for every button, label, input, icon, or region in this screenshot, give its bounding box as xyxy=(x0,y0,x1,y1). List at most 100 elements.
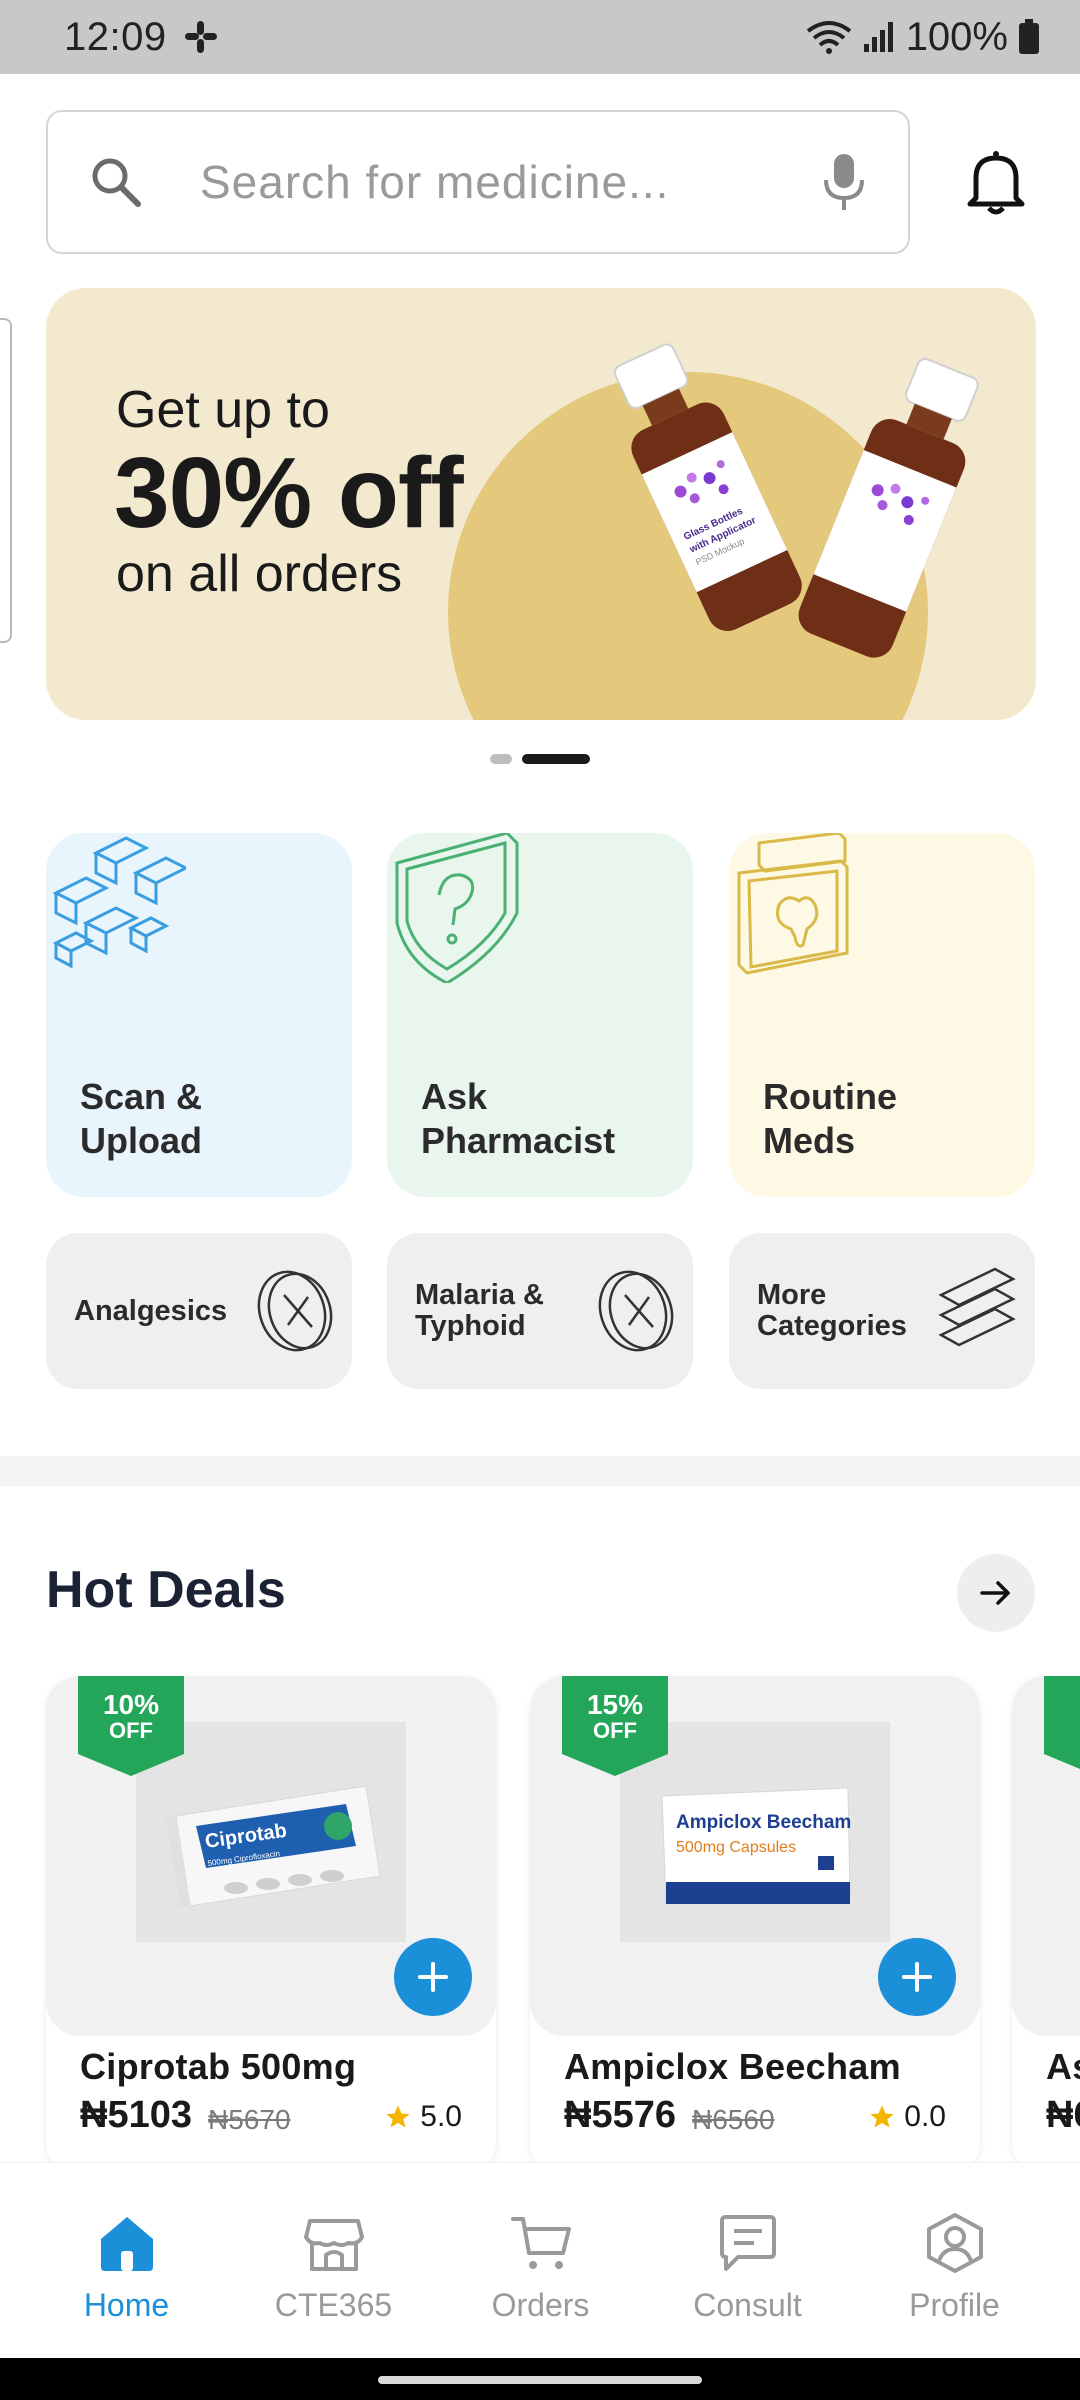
ask-pharmacist-label: Ask Pharmacist xyxy=(421,1075,615,1163)
category-analgesics-line-1: Analgesics xyxy=(74,1294,228,1327)
pill-icon xyxy=(598,1270,674,1352)
category-malaria-label: Malaria & Typhoid xyxy=(415,1280,593,1342)
product-name: As xyxy=(1046,2046,1080,2087)
question-shield-icon xyxy=(395,833,519,983)
pagination-dot-active[interactable] xyxy=(522,754,590,764)
rating-value: 0.0 xyxy=(904,2100,946,2133)
nav-consult[interactable]: Consult xyxy=(644,2163,851,2358)
scan-upload-label: Scan & Upload xyxy=(80,1075,202,1163)
discount-off: OFF xyxy=(593,1718,637,1743)
add-to-cart-button[interactable] xyxy=(878,1938,956,2016)
section-divider xyxy=(0,1456,1080,1486)
category-more[interactable]: More Categories xyxy=(729,1233,1035,1389)
status-bar: 12:09 100% xyxy=(0,0,1080,74)
bottom-navigation: Home CTE365 Orders Consult Profile xyxy=(0,2162,1080,2358)
discount-percent: 10% xyxy=(102,1689,160,1720)
battery-icon xyxy=(1019,19,1039,54)
bell-icon[interactable] xyxy=(964,148,1028,218)
add-to-cart-button[interactable] xyxy=(394,1938,472,2016)
nav-consult-label: Consult xyxy=(693,2287,802,2323)
product-rating: 5.0 xyxy=(384,2100,462,2134)
home-screen: 12:09 100% Search for medicine... Get up… xyxy=(0,0,1080,2400)
category-malaria-line-1: Malaria & xyxy=(415,1279,544,1311)
banner-line-1: Get up to xyxy=(116,381,330,439)
product-price: ₦5103 xyxy=(80,2094,192,2136)
scan-upload-line-1: Scan & xyxy=(80,1076,203,1117)
status-indicators: 100% xyxy=(806,15,1040,60)
nav-home-label: Home xyxy=(83,2287,170,2323)
product-price: ₦5576 xyxy=(564,2094,676,2136)
deal-card[interactable]: Ampiclox Beecham 500mg Capsules 15% OFF … xyxy=(530,1676,980,2176)
product-rating: 0.0 xyxy=(868,2100,946,2134)
category-more-line-2: Categories xyxy=(757,1310,907,1342)
ask-pharmacist-line-1: Ask xyxy=(421,1076,488,1117)
wifi-icon xyxy=(806,21,851,54)
cart-icon xyxy=(510,2217,571,2269)
banner-line-3: on all orders xyxy=(116,545,403,603)
home-gesture-handle[interactable] xyxy=(378,2376,702,2384)
search-placeholder: Search for medicine... xyxy=(200,156,670,208)
category-analgesics-label: Analgesics xyxy=(74,1294,252,1327)
stack-icon xyxy=(938,1267,1016,1347)
pill-bottle-icon xyxy=(737,833,849,975)
deal-card[interactable]: Ciprotab 500mg Ciprofloxacin 10% OFF Cip… xyxy=(46,1676,496,2176)
category-more-label: More Categories xyxy=(757,1280,935,1342)
banner-pagination xyxy=(490,754,590,764)
store-icon xyxy=(303,2219,364,2271)
home-icon xyxy=(100,2217,153,2271)
category-malaria-line-2: Typhoid xyxy=(415,1310,526,1342)
qr-code-icon xyxy=(52,836,186,969)
discount-percent: 15% xyxy=(586,1689,644,1720)
product-old-price: ₦5670 xyxy=(208,2104,291,2135)
routine-meds-card[interactable]: Routine Meds xyxy=(729,833,1035,1197)
ask-pharmacist-card[interactable]: Ask Pharmacist xyxy=(387,833,693,1197)
discount-percent: 1 xyxy=(1044,1692,1080,1718)
discount-badge-text: 1 xyxy=(1044,1692,1080,1718)
banner-headline: 30% off xyxy=(114,437,464,549)
chat-icon xyxy=(719,2215,776,2271)
routine-meds-label: Routine Meds xyxy=(763,1075,897,1163)
search-input[interactable]: Search for medicine... xyxy=(46,110,910,254)
slack-icon xyxy=(184,21,217,53)
discount-badge xyxy=(1044,1676,1080,1769)
scan-upload-card[interactable]: Scan & Upload xyxy=(46,833,352,1197)
product-price: ₦6 xyxy=(1046,2094,1080,2136)
hot-deals-title: Hot Deals xyxy=(46,1561,286,1619)
category-analgesics[interactable]: Analgesics xyxy=(46,1233,352,1389)
nav-cte365[interactable]: CTE365 xyxy=(230,2163,437,2358)
ask-pharmacist-line-2: Pharmacist xyxy=(421,1120,616,1161)
category-malaria-typhoid[interactable]: Malaria & Typhoid xyxy=(387,1233,693,1389)
nav-cte365-label: CTE365 xyxy=(274,2287,393,2323)
routine-meds-line-1: Routine xyxy=(763,1076,897,1117)
category-more-line-1: More xyxy=(757,1279,827,1311)
product-old-price: ₦6560 xyxy=(692,2104,775,2135)
promo-banner[interactable]: Get up to 30% off on all orders Glass Bo… xyxy=(46,288,1036,720)
battery-percent: 100% xyxy=(905,14,1008,59)
microphone-icon[interactable] xyxy=(820,150,868,214)
discount-badge-text: 15% OFF xyxy=(562,1689,668,1744)
pill-icon xyxy=(257,1270,333,1352)
plus-icon xyxy=(418,1962,448,1992)
previous-banner-edge[interactable] xyxy=(0,318,12,643)
star-icon xyxy=(386,2105,410,2128)
status-time: 12:09 xyxy=(64,14,167,59)
nav-profile-label: Profile xyxy=(909,2287,1000,2323)
hot-deals-arrow-button[interactable] xyxy=(957,1554,1035,1632)
product-name: Ampiclox Beecham xyxy=(564,2046,901,2087)
box-sub: 500mg Capsules xyxy=(676,1839,796,1856)
scan-upload-line-2: Upload xyxy=(80,1120,202,1161)
deal-card[interactable]: 1 As ₦6 xyxy=(1012,1676,1080,2176)
discount-off: OFF xyxy=(109,1718,153,1743)
routine-meds-line-2: Meds xyxy=(763,1120,856,1161)
box-brand: Ampiclox Beecham xyxy=(676,1812,851,1833)
nav-home[interactable]: Home xyxy=(23,2163,230,2358)
product-name: Ciprotab 500mg xyxy=(80,2046,357,2087)
discount-badge-text: 10% OFF xyxy=(78,1689,184,1744)
nav-orders[interactable]: Orders xyxy=(437,2163,644,2358)
nav-orders-label: Orders xyxy=(491,2287,590,2323)
search-icon xyxy=(92,158,141,207)
nav-profile[interactable]: Profile xyxy=(851,2163,1058,2358)
plus-icon xyxy=(902,1962,932,1992)
rating-value: 5.0 xyxy=(420,2100,462,2133)
pagination-dot[interactable] xyxy=(490,754,512,764)
